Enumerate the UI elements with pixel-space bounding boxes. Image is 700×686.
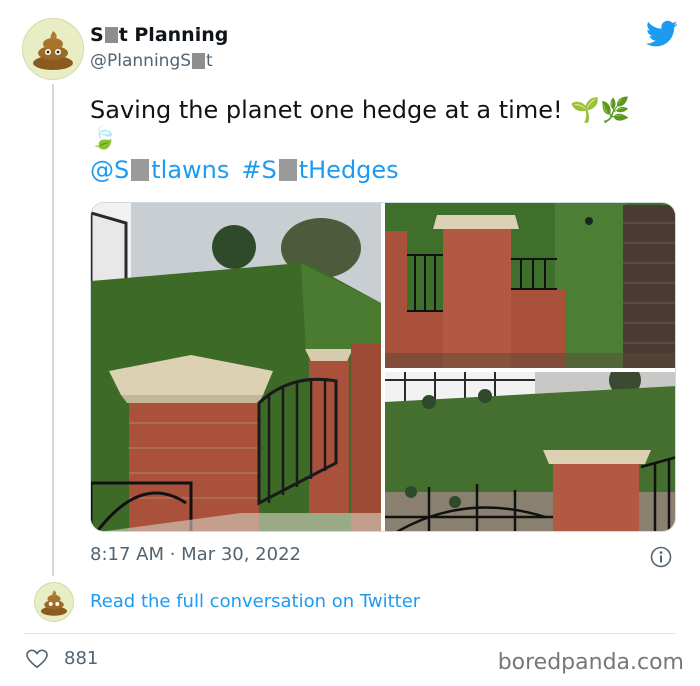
censor-block bbox=[131, 159, 150, 181]
watermark: boredpanda.com bbox=[497, 650, 684, 675]
info-icon[interactable] bbox=[650, 546, 672, 568]
media-grid bbox=[90, 202, 676, 532]
tweet-timestamp[interactable]: 8:17 AM · Mar 30, 2022 bbox=[90, 544, 301, 565]
emoji-line: 🍃 bbox=[90, 126, 117, 151]
tweet-links: @S tlawns #S tHedges bbox=[90, 156, 399, 184]
mention-link[interactable]: @S tlawns bbox=[90, 156, 229, 184]
photo-hedge-wall-1[interactable] bbox=[91, 203, 381, 531]
censor-block bbox=[192, 53, 206, 69]
thread-line bbox=[52, 84, 54, 576]
tweet-text: Saving the planet one hedge at a time! 🌱… bbox=[90, 96, 630, 124]
divider bbox=[24, 633, 676, 634]
poop-emoji-icon bbox=[40, 590, 68, 616]
hashtag-link[interactable]: #S tHedges bbox=[241, 156, 398, 184]
twitter-bird-icon[interactable] bbox=[646, 20, 678, 48]
author-avatar[interactable] bbox=[22, 18, 84, 80]
poop-emoji-icon bbox=[33, 31, 73, 70]
author-name[interactable]: S t Planning bbox=[90, 24, 228, 46]
heart-icon[interactable] bbox=[26, 649, 48, 669]
censor-block bbox=[104, 27, 118, 43]
author-avatar-small[interactable] bbox=[34, 582, 74, 622]
photo-hedge-wall-3[interactable] bbox=[385, 372, 675, 531]
photo-hedge-wall-2[interactable] bbox=[385, 203, 675, 368]
read-conversation-link[interactable]: Read the full conversation on Twitter bbox=[90, 591, 420, 612]
author-handle[interactable]: @PlanningS t bbox=[90, 51, 213, 71]
leaf-emoji: 🍃 bbox=[90, 126, 118, 151]
like-count: 881 bbox=[64, 648, 99, 669]
censor-block bbox=[278, 159, 297, 181]
